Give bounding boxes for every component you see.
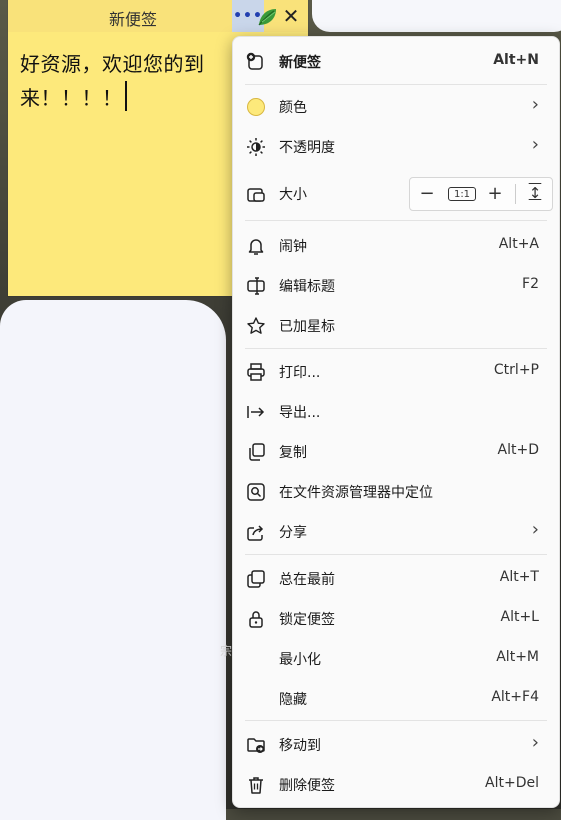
menu-item-print[interactable]: 打印... Ctrl+P xyxy=(233,351,559,391)
menu-divider xyxy=(245,720,547,721)
note-title[interactable]: 新便签 xyxy=(68,6,198,30)
menu-item-minimize[interactable]: 最小化 Alt+M xyxy=(233,638,559,678)
printer-icon xyxy=(245,361,267,383)
menu-shortcut: Alt+T xyxy=(499,569,539,585)
note-header: 新便签 ••• ✕ xyxy=(8,0,308,32)
menu-divider xyxy=(245,84,547,85)
bell-icon xyxy=(245,235,267,257)
brightness-icon xyxy=(245,136,267,158)
menu-shortcut: Alt+A xyxy=(498,236,539,252)
background-window-fragment xyxy=(312,0,561,32)
text-cursor xyxy=(124,81,127,111)
menu-shortcut: Alt+D xyxy=(497,442,539,458)
chevron-right-icon: › xyxy=(531,519,539,540)
menu-shortcut: Alt+M xyxy=(496,649,539,665)
menu-shortcut: F2 xyxy=(522,276,539,292)
expand-height-button[interactable]: ↕ xyxy=(524,182,546,204)
menu-label: 分享 xyxy=(279,525,307,541)
menu-item-size: 大小 − 1:1 + ↕ xyxy=(233,173,559,213)
menu-label: 删除便签 xyxy=(279,778,335,794)
chevron-right-icon: › xyxy=(531,94,539,115)
note-options-menu: 新便签 Alt+N 颜色 › 不透明度 › 大小 − 1:1 + ↕ 闹钟 Al… xyxy=(232,36,560,808)
menu-item-opacity[interactable]: 不透明度 › xyxy=(233,126,559,166)
close-button[interactable]: ✕ xyxy=(278,2,304,30)
export-icon xyxy=(245,401,267,423)
shrink-button[interactable]: − xyxy=(416,182,438,204)
menu-item-color[interactable]: 颜色 › xyxy=(233,86,559,126)
menu-label: 颜色 xyxy=(279,100,307,116)
new-note-icon xyxy=(245,51,267,73)
share-icon xyxy=(245,521,267,543)
menu-label: 复制 xyxy=(279,445,307,461)
menu-divider xyxy=(245,554,547,555)
background-text-fragment: 宗 xyxy=(220,644,233,658)
size-control: − 1:1 + ↕ xyxy=(409,177,553,211)
trash-icon xyxy=(245,774,267,796)
menu-shortcut: Alt+N xyxy=(493,52,539,68)
locate-file-icon xyxy=(245,481,267,503)
menu-item-edit-title[interactable]: 编辑标题 F2 xyxy=(233,265,559,305)
lock-icon xyxy=(245,608,267,630)
menu-label: 移动到 xyxy=(279,738,321,754)
menu-label: 大小 xyxy=(279,187,307,203)
chevron-right-icon: › xyxy=(531,134,539,155)
menu-label: 最小化 xyxy=(279,652,321,668)
color-swatch-icon xyxy=(245,96,267,118)
menu-label: 已加星标 xyxy=(279,319,335,335)
menu-item-share[interactable]: 分享 › xyxy=(233,511,559,551)
always-on-top-icon xyxy=(245,568,267,590)
menu-shortcut: Ctrl+P xyxy=(493,362,539,378)
menu-label: 不透明度 xyxy=(279,140,335,156)
menu-divider xyxy=(245,220,547,221)
menu-item-star[interactable]: 已加星标 xyxy=(233,305,559,345)
menu-item-hide[interactable]: 隐藏 Alt+F4 xyxy=(233,678,559,718)
menu-label: 锁定便签 xyxy=(279,612,335,628)
menu-label: 新便签 xyxy=(279,55,321,71)
background-window-fragment xyxy=(0,300,226,820)
menu-label: 隐藏 xyxy=(279,692,307,708)
menu-label: 编辑标题 xyxy=(279,279,335,295)
menu-label: 在文件资源管理器中定位 xyxy=(279,485,433,501)
menu-item-locate-in-explorer[interactable]: 在文件资源管理器中定位 xyxy=(233,471,559,511)
menu-label: 总在最前 xyxy=(279,572,335,588)
menu-item-move-to[interactable]: 移动到 › xyxy=(233,724,559,764)
menu-item-new-note[interactable]: 新便签 Alt+N xyxy=(233,41,559,81)
size-icon xyxy=(245,183,267,205)
leaf-icon xyxy=(258,9,276,26)
menu-shortcut: Alt+L xyxy=(500,609,540,625)
menu-label: 打印... xyxy=(279,365,321,381)
size-control-divider xyxy=(515,184,516,204)
menu-item-lock[interactable]: 锁定便签 Alt+L xyxy=(233,598,559,638)
menu-shortcut: Alt+F4 xyxy=(491,689,539,705)
rename-icon xyxy=(245,275,267,297)
menu-item-copy[interactable]: 复制 Alt+D xyxy=(233,431,559,471)
chevron-right-icon: › xyxy=(531,732,539,753)
note-text: 好资源，欢迎您的到来！！！！ xyxy=(20,52,205,110)
menu-label: 闹钟 xyxy=(279,239,307,255)
menu-label: 导出... xyxy=(279,405,321,421)
note-content[interactable]: 好资源，欢迎您的到来！！！！ xyxy=(20,48,220,115)
menu-item-delete[interactable]: 删除便签 Alt+Del xyxy=(233,764,559,804)
menu-item-export[interactable]: 导出... xyxy=(233,391,559,431)
menu-shortcut: Alt+Del xyxy=(485,775,539,791)
menu-item-alarm[interactable]: 闹钟 Alt+A xyxy=(233,225,559,265)
menu-item-always-on-top[interactable]: 总在最前 Alt+T xyxy=(233,558,559,598)
move-folder-icon xyxy=(245,734,267,756)
star-icon xyxy=(245,315,267,337)
enlarge-button[interactable]: + xyxy=(484,182,506,204)
actual-size-button[interactable]: 1:1 xyxy=(448,187,476,201)
menu-divider xyxy=(245,348,547,349)
copy-icon xyxy=(245,441,267,463)
